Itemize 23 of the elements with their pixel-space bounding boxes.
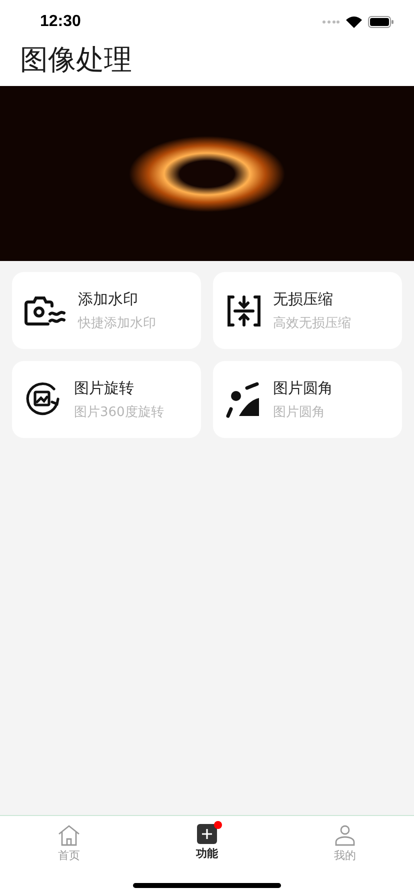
- tool-subtitle: 图片360度旋转: [74, 404, 164, 420]
- tab-bar-item[interactable]: 功能: [167, 824, 247, 863]
- wifi-icon: [346, 16, 362, 28]
- page-title: 图像处理: [19, 44, 133, 76]
- plus-icon: [197, 824, 217, 844]
- user-icon: [334, 824, 356, 846]
- home-icon: [57, 824, 81, 846]
- tool-card[interactable]: 图片旋转 图片360度旋转: [12, 361, 201, 438]
- tool-subtitle: 图片圆角: [273, 404, 326, 420]
- tool-subtitle: 高效无损压缩: [273, 314, 351, 332]
- signal-icon: [322, 20, 340, 24]
- tool-card[interactable]: 图片圆角 图片圆角: [213, 361, 402, 438]
- tool-card[interactable]: 无损压缩 高效无损压缩: [213, 272, 402, 349]
- tool-title: 无损压缩: [273, 290, 334, 308]
- tool-title: 图片圆角: [273, 378, 333, 398]
- tool-subtitle: 快捷添加水印: [78, 314, 156, 332]
- battery-icon: [368, 16, 394, 28]
- camera-wave-icon: [24, 294, 68, 328]
- tool-title: 添加水印: [78, 290, 139, 308]
- compress-icon: [225, 294, 263, 328]
- tool-card[interactable]: 添加水印 快捷添加水印: [12, 272, 201, 349]
- status-time: 12:30: [40, 13, 81, 31]
- tool-title: 图片旋转: [74, 378, 135, 398]
